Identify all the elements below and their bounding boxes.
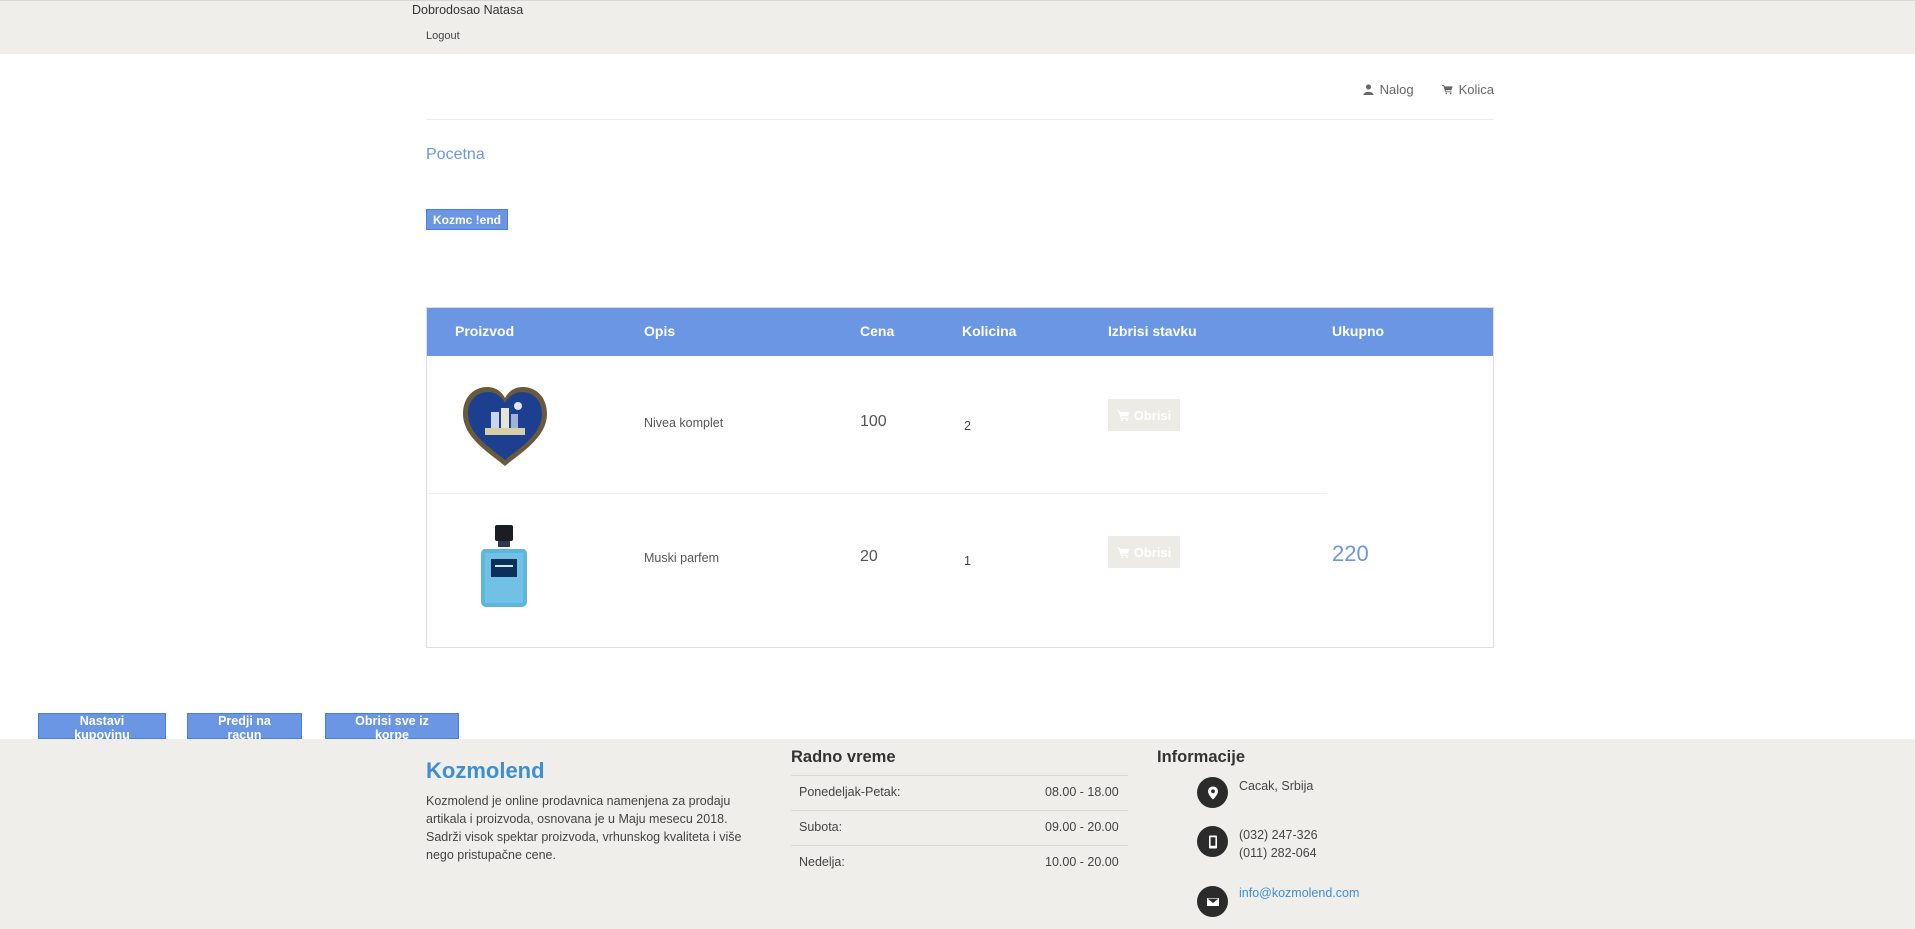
location-icon xyxy=(1197,777,1228,808)
delete-item-label: Obrisi xyxy=(1133,407,1172,423)
footer-brand: Kozmolend xyxy=(426,758,545,783)
hours-row: Subota: 09.00 - 20.00 xyxy=(791,810,1128,845)
delete-item-label: Obrisi xyxy=(1133,544,1172,560)
hours-day: Ponedeljak-Petak: xyxy=(799,785,901,799)
footer: Kozmolend Kozmolend je online prodavnica… xyxy=(0,739,1915,929)
hours-day: Nedelja: xyxy=(799,855,845,869)
cart-label: Kolica xyxy=(1458,82,1494,97)
hours-time: 08.00 - 18.00 xyxy=(1045,785,1119,799)
hours-time: 10.00 - 20.00 xyxy=(1045,855,1119,869)
header-delete-item: Izbrisi stavku xyxy=(1108,323,1197,339)
item-quantity: 1 xyxy=(964,554,971,568)
item-price: 100 xyxy=(860,413,887,430)
cart-table-header: Proizvod Opis Cena Kolicina Izbrisi stav… xyxy=(427,308,1493,356)
hours-row: Ponedeljak-Petak: 08.00 - 18.00 xyxy=(791,775,1128,810)
continue-shopping-button[interactable]: Nastavi kupovinu xyxy=(38,713,166,742)
hours-title: Radno vreme xyxy=(791,748,896,766)
perfume-bottle-image xyxy=(481,525,527,607)
cart-total: 220 xyxy=(1332,541,1369,566)
phone-number-2: (011) 282-064 xyxy=(1239,846,1317,860)
item-price: 20 xyxy=(860,548,878,565)
delete-item-button[interactable]: Obrisi xyxy=(1108,536,1180,568)
table-row: Nivea komplet 100 2 Obrisi xyxy=(427,356,1327,494)
hours-row: Nedelja: 10.00 - 20.00 xyxy=(791,845,1128,880)
delete-item-button[interactable]: Obrisi xyxy=(1108,399,1180,431)
header-description: Opis xyxy=(644,323,676,339)
checkout-button[interactable]: Predji na racun xyxy=(187,713,302,742)
welcome-text: Dobrodosao Natasa xyxy=(412,3,524,17)
clear-cart-button[interactable]: Obrisi sve iz korpe xyxy=(325,713,459,742)
header-quantity: Kolicina xyxy=(962,323,1017,339)
hours-table: Ponedeljak-Petak: 08.00 - 18.00 Subota: … xyxy=(791,775,1128,880)
item-description: Nivea komplet xyxy=(644,416,724,430)
header-total: Ukupno xyxy=(1332,323,1385,339)
item-description: Muski parfem xyxy=(644,551,720,565)
footer-about-text: Kozmolend je online prodavnica namenjena… xyxy=(426,794,742,862)
user-icon xyxy=(1363,84,1374,95)
item-quantity: 2 xyxy=(964,419,971,433)
site-logo[interactable]: Kozmc !end xyxy=(426,209,509,230)
phone-icon xyxy=(1197,826,1228,857)
cart-table: Proizvod Opis Cena Kolicina Izbrisi stav… xyxy=(426,307,1494,648)
logout-link[interactable]: Logout xyxy=(426,30,460,42)
hours-day: Subota: xyxy=(799,820,843,834)
hours-time: 09.00 - 20.00 xyxy=(1045,820,1119,834)
header-product: Proizvod xyxy=(455,323,515,339)
cart-link[interactable]: Kolica xyxy=(1441,82,1494,97)
address-text: Cacak, Srbija xyxy=(1239,779,1314,793)
header-price: Cena xyxy=(860,323,895,339)
header-divider xyxy=(426,119,1494,120)
phone-number-1: (032) 247-326 xyxy=(1239,828,1318,842)
info-title: Informacije xyxy=(1157,748,1246,766)
table-row: Muski parfem 20 1 Obrisi xyxy=(427,494,1327,631)
nivea-gift-box-image xyxy=(463,387,547,466)
email-link[interactable]: info@kozmolend.com xyxy=(1239,886,1359,900)
cart-icon xyxy=(1116,546,1130,558)
account-label: Nalog xyxy=(1379,82,1414,97)
top-bar: Dobrodosao Natasa Logout xyxy=(0,0,1915,54)
cart-icon xyxy=(1116,409,1130,421)
cart-icon xyxy=(1441,85,1453,95)
breadcrumb-home[interactable]: Pocetna xyxy=(426,146,485,164)
header-nav: Nalog Kolica xyxy=(1363,82,1494,97)
account-link[interactable]: Nalog xyxy=(1363,82,1414,97)
envelope-icon xyxy=(1197,886,1228,917)
